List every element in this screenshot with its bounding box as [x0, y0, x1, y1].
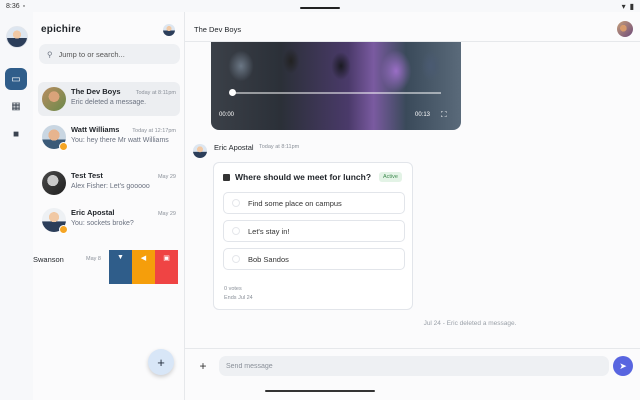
poll-status-badge: Active [379, 172, 402, 182]
status-badge [59, 142, 68, 151]
conversation-avatar [42, 87, 66, 111]
video-current-time: 00:00 [219, 112, 235, 118]
attach-button[interactable]: + [194, 357, 212, 375]
battery-icon: ▮ [629, 1, 634, 11]
message-input[interactable] [226, 362, 596, 370]
plus-icon: + [199, 359, 207, 373]
conversation-time: May 8 [86, 256, 101, 262]
status-bar: 8:36 ▫ ▾ ▮ [0, 0, 640, 12]
poll-icon [223, 173, 230, 181]
wifi-icon: ▾ [621, 1, 626, 11]
app-name: epichire [41, 24, 81, 35]
status-time: 8:36 [6, 2, 20, 10]
conversation-name: Eric Apostal [71, 208, 115, 217]
message-input-wrapper[interactable] [219, 356, 609, 376]
top-handle [300, 7, 340, 9]
radio-icon [232, 255, 240, 263]
search-input[interactable] [58, 49, 169, 59]
mute-icon: ◀ [140, 255, 147, 262]
send-button[interactable]: ➤ [613, 356, 633, 376]
chat-bubble-icon: ▭ [11, 73, 21, 85]
book-icon: ■ [12, 128, 20, 140]
radio-icon [232, 199, 240, 207]
poll-vote-count: 0 votes [224, 286, 242, 292]
conversation-preview: Eric deleted a message. [71, 99, 147, 106]
calendar-nav-button[interactable]: ▦ [5, 95, 27, 117]
video-scrubber[interactable] [229, 89, 236, 96]
sender-name: Eric Apostal [214, 143, 254, 152]
user-avatar[interactable] [163, 24, 175, 36]
conversation-time: May 29 [157, 211, 176, 217]
conversation-preview: You: sockets broke? [71, 220, 134, 227]
sender-avatar[interactable] [193, 144, 207, 158]
poll-option-label: Find some place on campus [248, 198, 342, 208]
conversation-name: Swanson [33, 255, 64, 264]
poll-card: Where should we meet for lunch? Active F… [213, 162, 413, 310]
message-composer: + ➤ [185, 348, 640, 400]
search-icon: ⚲ [47, 49, 53, 59]
message-time: Today at 8:11pm [259, 144, 300, 150]
profile-avatar[interactable] [6, 26, 28, 48]
conversation-preview: Alex Fisher: Let's gooooo [71, 183, 150, 190]
pin-icon: ▼ [117, 254, 124, 261]
video-progress-bar[interactable] [231, 92, 441, 94]
conversation-item[interactable]: Watt Williams Today at 12:17pm You: hey … [38, 120, 180, 164]
conversation-name: Watt Williams [71, 125, 120, 134]
video-duration: 00:13 [415, 112, 431, 118]
poll-option-label: Bob Sandos [248, 254, 289, 264]
home-indicator [265, 390, 375, 392]
mute-button[interactable]: ◀ [132, 250, 155, 284]
conversation-avatar [42, 208, 68, 234]
conversation-avatar [42, 171, 66, 195]
conversation-item[interactable]: Eric Apostal May 29 You: sockets broke? [38, 203, 180, 237]
poll-header: Where should we meet for lunch? Active [223, 172, 402, 182]
conversation-preview: You: hey there Mr watt Williams [71, 137, 169, 144]
send-icon: ➤ [619, 360, 627, 371]
conversation-sidebar: epichire ⚲ The Dev Boys Today at 8:11pm … [33, 12, 185, 400]
poll-option[interactable]: Find some place on campus [223, 192, 405, 214]
conversation-avatar [42, 125, 68, 151]
conversation-item[interactable]: The Dev Boys Today at 8:11pm Eric delete… [38, 82, 180, 116]
video-message[interactable]: 00:00 00:13 ⛶ [211, 36, 461, 130]
swiped-conversation-item[interactable]: Swanson May 8 ▼ ◀ ▣ [33, 250, 185, 284]
group-avatar[interactable] [617, 21, 633, 37]
screenshot-icon: ▫ [22, 2, 26, 10]
poll-option[interactable]: Let's stay in! [223, 220, 405, 242]
poll-option-label: Let's stay in! [248, 226, 290, 236]
status-badge [59, 225, 68, 234]
chat-nav-button[interactable]: ▭ [5, 68, 27, 90]
delete-button[interactable]: ▣ [155, 250, 178, 284]
chat-panel: The Dev Boys 00:00 00:13 ⛶ Eric Apostal … [185, 12, 640, 400]
fullscreen-icon[interactable]: ⛶ [441, 110, 447, 120]
plus-icon: + [157, 354, 165, 370]
conversation-time: May 29 [157, 174, 176, 180]
navigation-rail: ▭ ▦ ■ [0, 12, 33, 400]
new-conversation-button[interactable]: + [148, 349, 174, 375]
poll-option[interactable]: Bob Sandos [223, 248, 405, 270]
system-message: Jul 24 - Eric deleted a message. [423, 320, 517, 327]
pin-button[interactable]: ▼ [109, 250, 132, 284]
calendar-icon: ▦ [11, 100, 21, 112]
conversation-time: Today at 8:11pm [135, 90, 176, 96]
conversation-name: The Dev Boys [71, 87, 121, 96]
search-bar[interactable]: ⚲ [39, 44, 180, 64]
conversation-item[interactable]: Test Test May 29 Alex Fisher: Let's gooo… [38, 166, 180, 200]
poll-end-date: Ends Jul 24 [224, 295, 253, 301]
book-nav-button[interactable]: ■ [5, 123, 27, 145]
delete-icon: ▣ [163, 255, 170, 262]
poll-question: Where should we meet for lunch? [235, 172, 372, 182]
chat-header: The Dev Boys [185, 12, 640, 42]
radio-icon [232, 227, 240, 235]
chat-title: The Dev Boys [194, 25, 242, 34]
conversation-time: Today at 12:17pm [132, 128, 176, 134]
conversation-name: Test Test [71, 171, 103, 180]
